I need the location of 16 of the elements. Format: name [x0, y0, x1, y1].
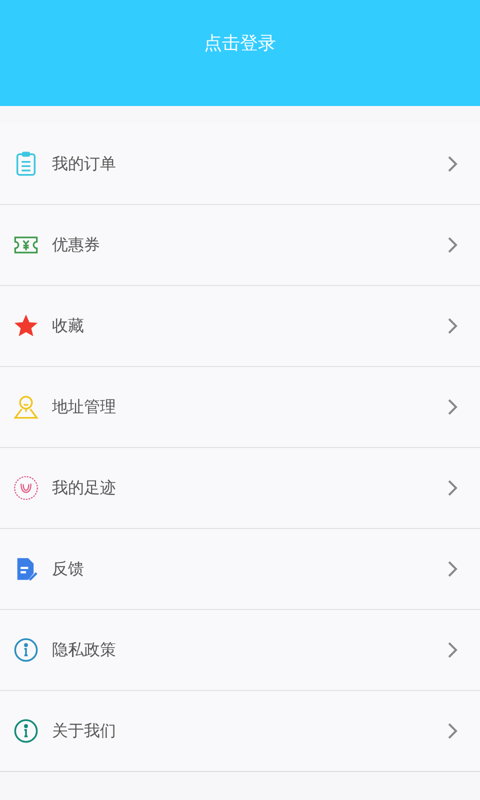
menu-label: 隐私政策 — [52, 639, 117, 661]
menu-label: 优惠券 — [52, 234, 101, 256]
chevron-right-icon — [446, 398, 458, 416]
chevron-right-icon — [446, 154, 458, 172]
chevron-right-icon — [446, 722, 458, 740]
chevron-right-icon — [446, 560, 458, 578]
chevron-right-icon — [446, 236, 458, 254]
menu-label: 我的足迹 — [52, 477, 117, 499]
chevron-right-icon — [446, 317, 458, 335]
menu-label: 关于我们 — [52, 720, 117, 742]
menu-label: 收藏 — [52, 315, 85, 337]
menu-label: 反馈 — [52, 558, 85, 580]
chevron-right-icon — [446, 479, 458, 497]
menu-label: 地址管理 — [52, 396, 117, 418]
menu-label: 我的订单 — [52, 152, 117, 174]
chevron-right-icon — [446, 641, 458, 659]
